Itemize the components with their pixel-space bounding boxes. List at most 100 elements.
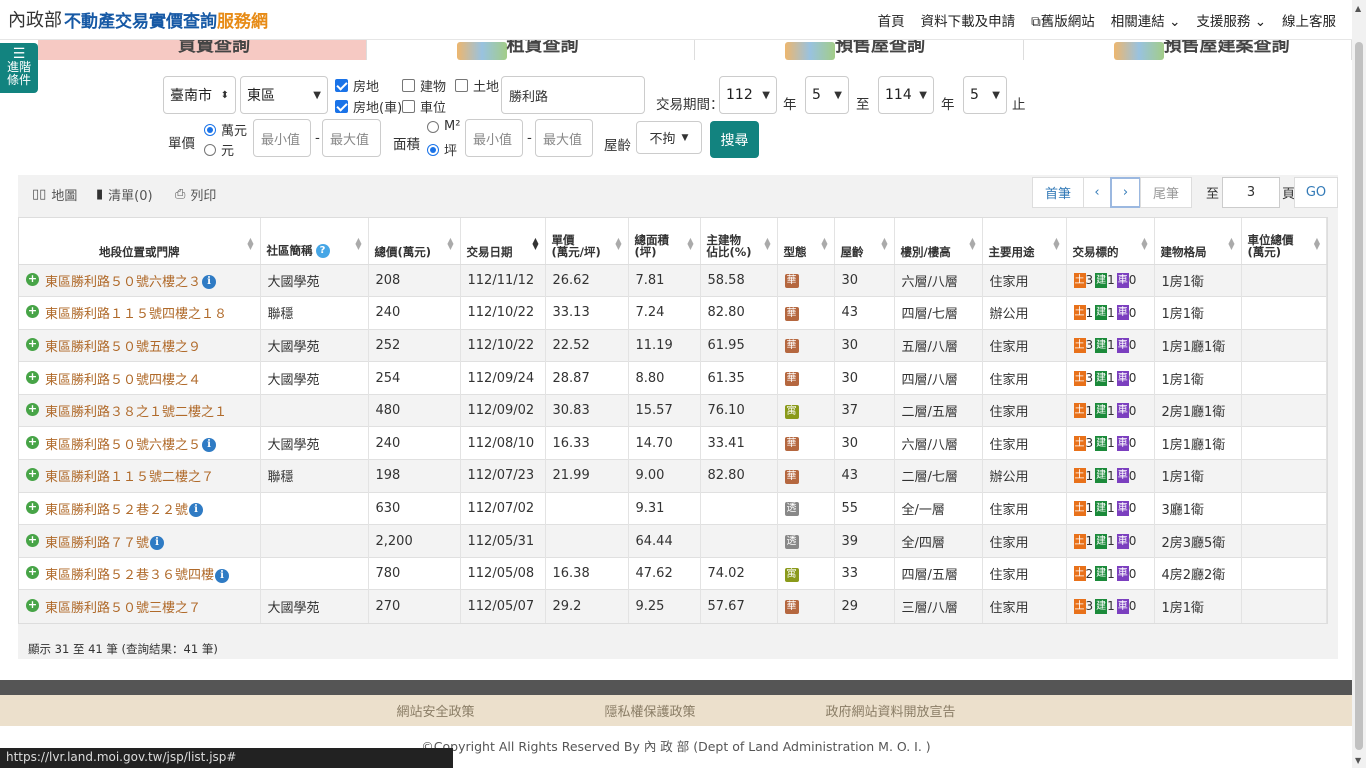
area-min-input[interactable]: 最小值 [465,119,523,157]
address-link[interactable]: 東區勝利路５２巷２２號 [45,503,188,518]
col-age[interactable]: 屋齡 ▲ ▼ [834,218,895,265]
table-row[interactable]: + 東區勝利路５０號四樓之４ 大國學苑 254 112/09/24 28.87 8.80 61… [19,361,1327,395]
address-link[interactable]: 東區勝利路５０號六樓之３ [45,275,201,290]
price-max-input[interactable]: 最大值 [322,119,381,157]
search-button[interactable]: 搜尋 [710,121,759,158]
cell-address[interactable]: + 東區勝利路７７號 i [19,524,261,558]
list-button[interactable]: ▮ 清單(0) [96,185,153,204]
prev-page-button[interactable]: ‹ [1082,177,1111,208]
tab-rent[interactable]: 租賃查詢 [366,40,695,60]
type-land[interactable]: 土地 [455,76,499,95]
table-row[interactable]: + 東區勝利路５２巷３６號四樓 i 780 112/05/08 16.38 47.62 74.… [19,556,1327,590]
tab-presale[interactable]: 預售屋查詢 [695,40,1024,60]
address-link[interactable]: 東區勝利路５０號三樓之７ [45,601,201,616]
expand-icon[interactable]: + [26,435,39,449]
nav-online[interactable]: 線上客服 [1282,10,1336,30]
area-m2-radio[interactable]: M² [427,119,460,134]
cell-address[interactable]: + 東區勝利路５２巷３６號四樓 i [19,556,261,590]
col-parking-price[interactable]: 車位總價 (萬元) ▲ ▼ [1241,218,1327,265]
col-target[interactable]: 交易標的 ▲ ▼ [1066,218,1155,265]
start-month-select[interactable]: 5 ▼ [805,76,849,114]
price-min-input[interactable]: 最小值 [253,119,311,157]
expand-icon[interactable]: + [26,533,39,547]
nav-related[interactable]: 相關連結 ⌄ [1111,10,1181,30]
radio-selected[interactable] [204,123,216,136]
end-month-select[interactable]: 5 ▼ [963,76,1007,114]
col-use[interactable]: 主要用途 ▲ ▼ [982,218,1067,265]
col-main-ratio[interactable]: 主建物 佔比(%) ▲ ▼ [700,218,778,265]
table-row[interactable]: + 東區勝利路３８之１號二樓之１ 480 112/09/02 30.83 15.57 76.… [19,393,1327,427]
table-row[interactable]: + 東區勝利路５２巷２２號 i 630 112/07/02 9.31 透 55 全/一層 住家用 土… [19,491,1327,525]
first-page-button[interactable]: 首筆 [1031,177,1084,208]
expand-icon[interactable]: + [26,370,39,384]
scrollbar-thumb[interactable] [1355,42,1363,750]
radio[interactable] [427,120,439,133]
address-link[interactable]: 東區勝利路５０號六樓之５ [45,438,201,453]
table-row[interactable]: + 東區勝利路５０號五樓之９ 大國學苑 252 112/10/22 22.52 11.19 6… [19,328,1327,362]
table-row[interactable]: + 東區勝利路１１５號四樓之１８ 聯穩 240 112/10/22 33.13 7.24 82… [19,296,1327,330]
cell-address[interactable]: + 東區勝利路５２巷２２號 i [19,491,261,525]
expand-icon[interactable]: + [26,337,39,351]
city-select[interactable]: 臺南市 ⬍ [163,76,236,114]
address-link[interactable]: 東區勝利路７７號 [45,536,149,551]
checkbox-checked[interactable] [335,79,348,92]
cell-address[interactable]: + 東區勝利路１１５號二樓之７ [19,459,261,493]
scroll-up-icon[interactable]: ▲ [1355,4,1361,13]
address-link[interactable]: 東區勝利路１１５號四樓之１８ [45,307,227,322]
table-row[interactable]: + 東區勝利路５０號三樓之７ 大國學苑 270 112/05/07 29.2 9.25 57.… [19,589,1327,623]
help-icon[interactable]: ? [315,243,330,258]
nav-download[interactable]: 資料下載及申請 [921,10,1016,30]
expand-icon[interactable]: + [26,468,39,482]
nav-old-site[interactable]: ⧉舊版網站 [1031,10,1095,30]
cell-address[interactable]: + 東區勝利路５０號四樓之４ [19,361,261,395]
area-ping-radio[interactable]: 坪 [427,140,457,159]
expand-icon[interactable]: + [26,500,39,514]
table-row[interactable]: + 東區勝利路５０號六樓之３ i 大國學苑 208 112/11/12 26.62 7.81 5… [19,263,1327,297]
info-icon[interactable]: i [215,568,230,583]
tab-presale-project[interactable]: 預售屋建案查詢 [1023,40,1352,60]
next-page-button[interactable]: › [1109,177,1141,208]
footer-security-link[interactable]: 網站安全政策 [396,701,474,720]
info-icon[interactable]: i [202,438,217,453]
road-input[interactable]: 勝利路 [501,76,645,114]
col-unit-price[interactable]: 單價 (萬元/坪) ▲ ▼ [545,218,629,265]
checkbox[interactable] [455,79,468,92]
last-page-button[interactable]: 尾筆 [1139,177,1192,208]
address-link[interactable]: 東區勝利路５０號五樓之９ [45,340,201,355]
table-row[interactable]: + 東區勝利路１１５號二樓之７ 聯穩 198 112/07/23 21.99 9.00 82.… [19,459,1327,493]
go-button[interactable]: GO [1294,177,1338,208]
tab-sale[interactable]: 買賣查詢 [38,40,367,60]
cell-address[interactable]: + 東區勝利路３８之１號二樓之１ [19,393,261,427]
expand-icon[interactable]: + [26,272,39,286]
cell-address[interactable]: + 東區勝利路５０號六樓之３ i [19,263,261,297]
unit-wan-radio[interactable]: 萬元 [204,120,247,139]
col-type[interactable]: 型態 ▲ ▼ [777,218,835,265]
page-number-input[interactable]: 3 [1221,177,1280,208]
area-max-input[interactable]: 最大值 [535,119,593,157]
age-dropdown[interactable]: 不拘 ▼ [636,121,702,154]
cell-address[interactable]: + 東區勝利路５０號三樓之７ [19,589,261,623]
col-floor[interactable]: 樓別/樓高 ▲ ▼ [894,218,983,265]
unit-yuan-radio[interactable]: 元 [204,140,234,159]
col-community[interactable]: 社區簡稱? ▲ ▼ [260,218,369,265]
end-year-select[interactable]: 114 ▼ [878,76,934,114]
table-row[interactable]: + 東區勝利路７７號 i 2,200 112/05/31 64.44 透 39 全/四層 住家用 土… [19,524,1327,558]
advanced-filter-button[interactable]: ☰ 進階 條件 [0,43,38,93]
print-button[interactable]: ⎙ 列印 [175,185,216,204]
col-area[interactable]: 總面積 (坪) ▲ ▼ [628,218,701,265]
expand-icon[interactable]: + [26,598,39,612]
info-icon[interactable]: i [202,275,217,290]
checkbox[interactable] [402,100,415,113]
table-row[interactable]: + 東區勝利路５０號六樓之５ i 大國學苑 240 112/08/10 16.33 14.70… [19,426,1327,460]
type-parking[interactable]: 車位 [402,97,446,116]
info-icon[interactable]: i [150,536,165,551]
district-select[interactable]: 東區 ▼ [240,76,328,114]
vertical-scrollbar[interactable]: ▲ ▼ [1352,0,1366,768]
address-link[interactable]: 東區勝利路１１５號二樓之７ [45,470,214,485]
expand-icon[interactable]: + [26,566,39,580]
col-date[interactable]: 交易日期 ▲ ▼ [460,218,546,265]
nav-support[interactable]: 支援服務 ⌄ [1196,10,1266,30]
type-building[interactable]: 建物 [402,76,446,95]
cell-address[interactable]: + 東區勝利路１１５號四樓之１８ [19,296,261,330]
cell-address[interactable]: + 東區勝利路５０號五樓之９ [19,328,261,362]
